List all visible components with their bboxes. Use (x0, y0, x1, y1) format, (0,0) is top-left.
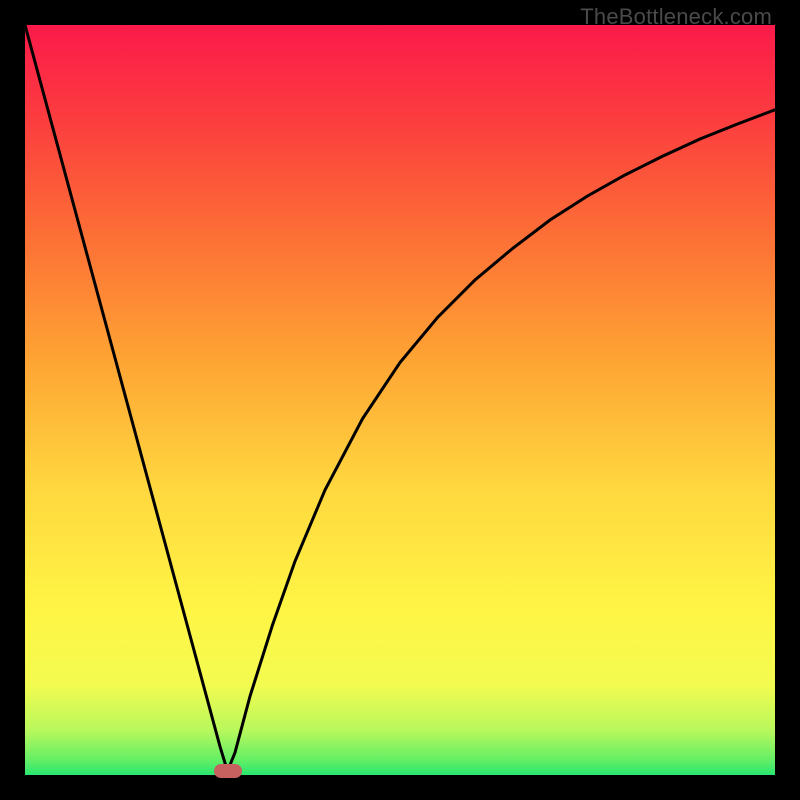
watermark-text: TheBottleneck.com (580, 4, 772, 30)
bottleneck-plot (25, 25, 775, 775)
chart-frame (25, 25, 775, 775)
gradient-background (25, 25, 775, 775)
bottleneck-marker (214, 764, 242, 778)
